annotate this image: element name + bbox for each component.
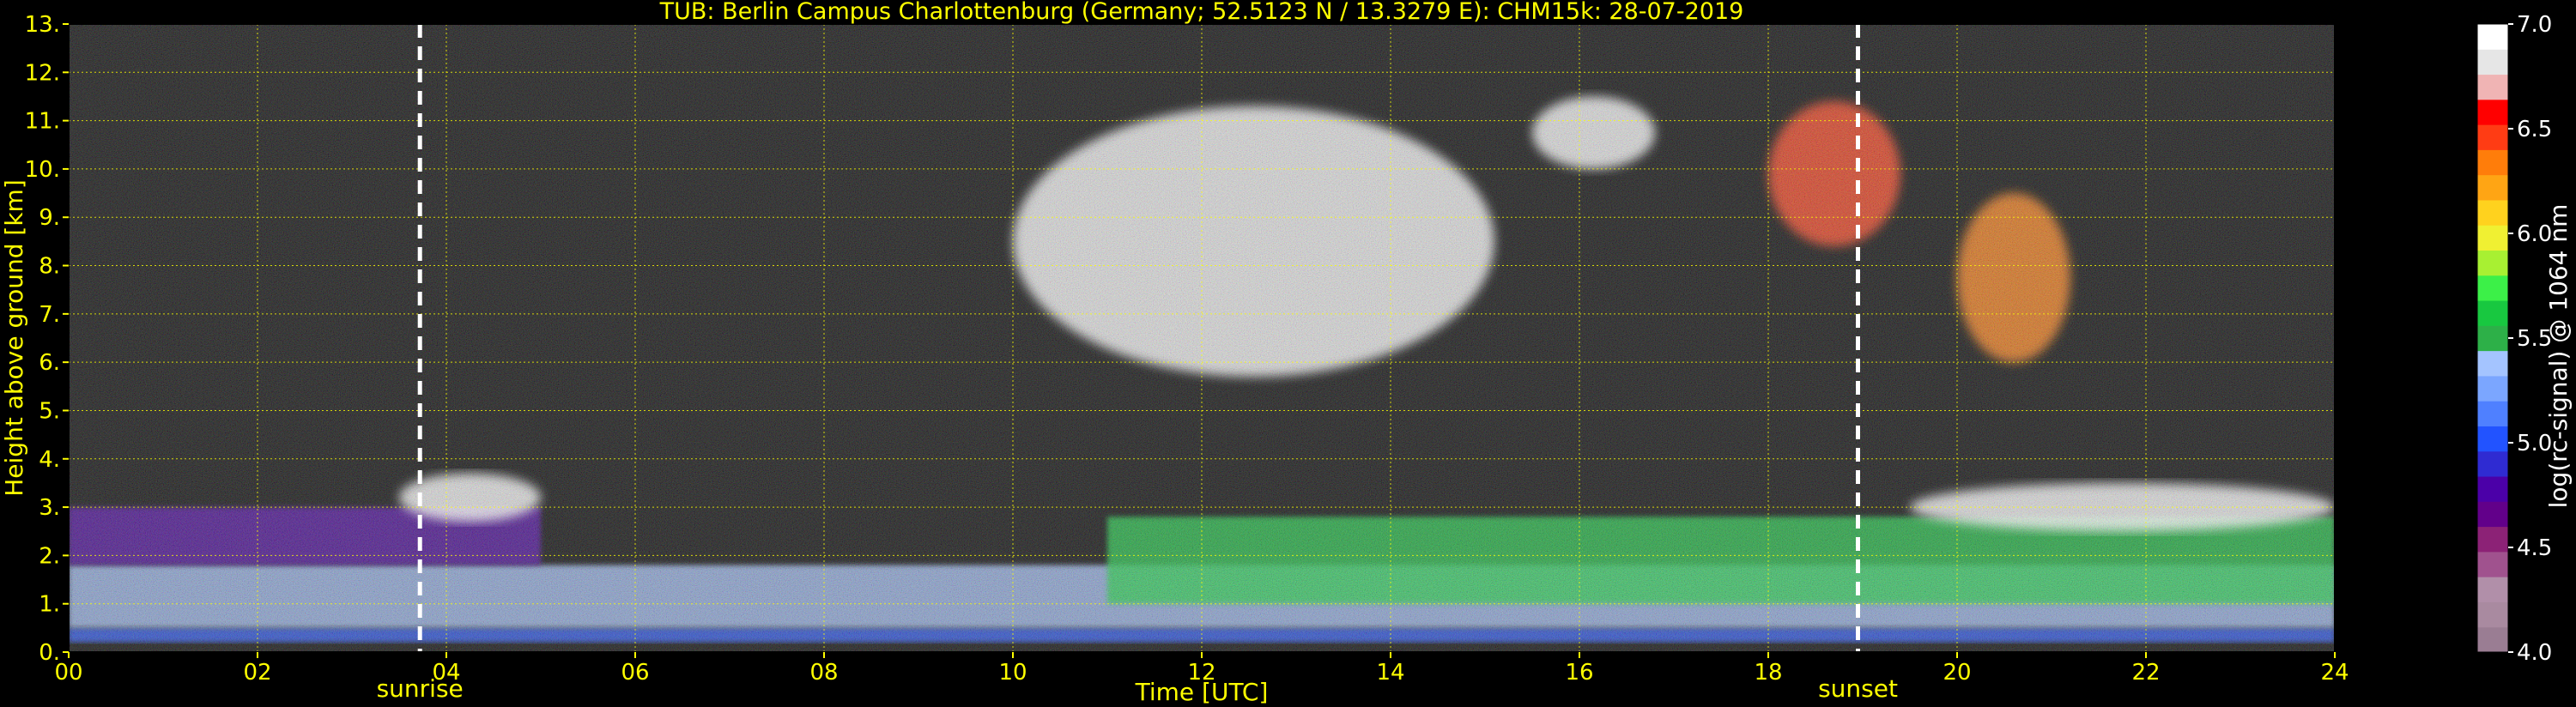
colorbar-tick-label: 4.5 xyxy=(2517,535,2552,561)
colorbar-segment xyxy=(2477,124,2508,150)
colorbar-segment xyxy=(2477,401,2508,426)
colorbar-tick-label: 4.0 xyxy=(2517,640,2552,666)
colorbar-segment xyxy=(2477,426,2508,452)
y-tick-label: 12. xyxy=(25,60,60,86)
y-tick-label: 4. xyxy=(39,447,60,473)
colorbar-segment xyxy=(2477,225,2508,251)
sunrise-label: sunrise xyxy=(377,674,464,703)
y-tick-label: 13. xyxy=(25,12,60,38)
y-tick-label: 10. xyxy=(25,157,60,183)
x-tick-label: 20 xyxy=(1943,660,1971,686)
colorbar-segment xyxy=(2477,300,2508,326)
x-tick-label: 02 xyxy=(243,660,271,686)
colorbar-segment xyxy=(2477,450,2508,477)
colorbar-segment xyxy=(2477,24,2508,50)
x-tick-label: 08 xyxy=(809,660,838,686)
colorbar-segment xyxy=(2477,99,2508,125)
x-tick-label: 16 xyxy=(1565,660,1593,686)
y-tick-label: 3. xyxy=(39,495,60,521)
colorbar-segment xyxy=(2477,325,2508,352)
colorbar-segment xyxy=(2477,601,2508,628)
colorbar-tick-label: 6.5 xyxy=(2517,117,2552,142)
colorbar-segment xyxy=(2477,375,2508,402)
colorbar-segment xyxy=(2477,250,2508,276)
x-tick-label: 00 xyxy=(54,660,82,686)
colorbar-segment xyxy=(2477,526,2508,553)
x-tick-label: 22 xyxy=(2131,660,2160,686)
x-axis-label: Time [UTC] xyxy=(1135,678,1269,706)
y-tick-label: 11. xyxy=(25,109,60,135)
colorbar-segment xyxy=(2477,501,2508,528)
colorbar-segment xyxy=(2477,49,2508,76)
colorbar-segment xyxy=(2477,577,2508,602)
y-tick-label: 9. xyxy=(39,205,60,231)
y-axis-label: Height above ground [km] xyxy=(0,179,28,497)
colorbar-label: log(rc-signal) @ 1064 nm xyxy=(2544,204,2573,509)
colorbar-segment xyxy=(2477,199,2508,226)
x-tick-label: 24 xyxy=(2320,660,2349,686)
y-axis-ticks: 0.1.2.3.4.5.6.7.8.9.10.11.12.13. xyxy=(25,12,69,666)
x-tick-label: 10 xyxy=(998,660,1027,686)
y-tick-label: 8. xyxy=(39,254,60,280)
x-tick-label: 06 xyxy=(621,660,649,686)
x-tick-label: 18 xyxy=(1754,660,1782,686)
y-tick-label: 1. xyxy=(39,592,60,618)
colorbar-segment xyxy=(2477,74,2508,100)
y-tick-label: 5. xyxy=(39,398,60,424)
colorbar-segment xyxy=(2477,275,2508,301)
colorbar-segment xyxy=(2477,174,2508,201)
lidar-chart: 0.1.2.3.4.5.6.7.8.9.10.11.12.13. 00 02 04 0… xyxy=(0,0,2573,706)
chart-title: TUB: Berlin Campus Charlottenburg (Germa… xyxy=(659,0,1744,25)
y-tick-label: 6. xyxy=(39,350,60,376)
y-tick-label: 7. xyxy=(39,302,60,328)
colorbar-segment xyxy=(2477,476,2508,502)
colorbar-segment xyxy=(2477,626,2508,653)
colorbar-tick-label: 7.0 xyxy=(2517,12,2552,38)
colorbar-segment xyxy=(2477,551,2508,577)
colorbar-segment xyxy=(2477,149,2508,176)
y-tick-label: 2. xyxy=(39,543,60,569)
x-tick-label: 14 xyxy=(1376,660,1404,686)
sunset-label: sunset xyxy=(1818,674,1898,703)
colorbar-segment xyxy=(2477,350,2508,377)
plot-area xyxy=(68,23,2336,653)
colorbar: 4.04.55.05.56.06.57.0 xyxy=(2476,12,2552,666)
